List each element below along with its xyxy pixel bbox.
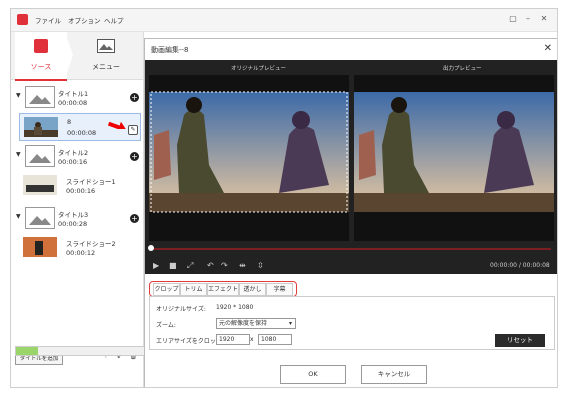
playback-controls: ▶ ■ ⤢ ↶ ↷ ⇹ ⇳ 00:00:00 / 00:00:08	[145, 259, 557, 273]
group-time: 00:00:28	[58, 220, 88, 228]
play-icon[interactable]: ▶	[153, 261, 159, 270]
clip-thumbnail	[23, 237, 57, 257]
group-time: 00:00:16	[58, 158, 88, 166]
close-icon[interactable]: ✕	[539, 14, 549, 24]
rotate-right-icon[interactable]: ↷	[221, 261, 228, 270]
group-title: タイトル2	[58, 149, 89, 157]
expand-icon[interactable]: ▼	[16, 92, 21, 99]
source-icon	[34, 39, 48, 53]
flip-vertical-icon[interactable]: ⇳	[257, 261, 264, 270]
rotate-left-icon[interactable]: ↶	[207, 261, 214, 270]
edit-icon[interactable]: ✎	[128, 125, 138, 135]
group-time: 00:00:08	[58, 99, 88, 107]
crop-width-input[interactable]: 1920	[216, 334, 250, 345]
tab-source[interactable]: ソース	[15, 32, 67, 81]
expand-icon[interactable]: ▼	[16, 213, 21, 220]
add-icon[interactable]: +	[130, 152, 139, 161]
tab-crop[interactable]: クロップ	[153, 283, 180, 296]
output-preview-label: 出力プレビュー	[443, 66, 482, 72]
clip-item-slideshow-2[interactable]: スライドショー2 00:00:12	[19, 234, 139, 260]
clip-title: スライドショー2	[66, 240, 116, 248]
timeline-scrubber[interactable]	[153, 248, 551, 250]
minimize-icon[interactable]: –	[523, 14, 533, 24]
app-bar: ファイル オプション ヘルプ ▢ – ✕	[11, 9, 557, 32]
tab-source-label: ソース	[30, 63, 52, 71]
menu-help[interactable]: ヘルプ	[104, 15, 124, 25]
app-logo	[17, 14, 28, 25]
clip-time: 00:00:08	[67, 129, 97, 137]
clip-title: 8	[67, 118, 72, 126]
menu-options[interactable]: オプション	[68, 15, 101, 25]
chevron-down-icon: ▾	[288, 320, 292, 327]
menu-image-icon	[97, 39, 115, 53]
app-window: ファイル オプション ヘルプ ▢ – ✕ ソース メニュー ▼ タイトル1 00…	[10, 8, 558, 388]
preview-area: オリジナルプレビュー 出力プレビュー ▶ ■ ⤢ ↶ ↷ ⇹ ⇳ 00:00:0…	[145, 60, 557, 274]
clip-item-slideshow-1[interactable]: スライドショー1 00:00:16	[19, 172, 139, 198]
cancel-button[interactable]: キャンセル	[361, 365, 427, 384]
output-preview	[354, 75, 554, 241]
title-thumb	[25, 145, 55, 167]
dialog-close-icon[interactable]: ✕	[544, 43, 552, 54]
title-thumb	[25, 207, 55, 229]
pointer-arrow-icon	[108, 121, 126, 129]
left-panel: ソース メニュー ▼ タイトル1 00:00:08 + 8 00:00:08 ✎…	[11, 32, 144, 387]
time-display: 00:00:00 / 00:00:08	[490, 262, 550, 269]
timeline-knob[interactable]	[148, 245, 154, 251]
clip-thumbnail	[23, 175, 57, 195]
flip-horizontal-icon[interactable]: ⇹	[239, 261, 246, 270]
clip-thumbnail	[24, 117, 58, 137]
edit-tabs: クロップ トリム エフェクト 透かし 字幕	[149, 281, 297, 297]
ok-button[interactable]: OK	[280, 365, 346, 384]
fullscreen-icon[interactable]: ⤢	[187, 261, 193, 271]
crop-panel: オリジナルサイズ: 1920 * 1080 ズーム: 元の解像度を保持 ▾ エリ…	[149, 296, 555, 350]
orig-size-value: 1920 * 1080	[216, 304, 254, 311]
add-icon[interactable]: +	[130, 214, 139, 223]
original-preview-label: オリジナルプレビュー	[231, 66, 287, 72]
reset-button[interactable]: リセット	[495, 334, 545, 347]
title-group-2[interactable]: ▼ タイトル2 00:00:16 +	[11, 142, 143, 170]
tab-watermark[interactable]: 透かし	[239, 283, 266, 296]
zoom-label: ズーム:	[156, 322, 176, 329]
zoom-select[interactable]: 元の解像度を保持 ▾	[216, 318, 296, 329]
disc-usage-fill	[16, 347, 39, 355]
stop-icon[interactable]: ■	[169, 261, 177, 270]
times-sign: x	[250, 336, 254, 343]
tab-effect[interactable]: エフェクト	[207, 283, 239, 296]
dialog-title: 動画編集--8	[151, 46, 189, 54]
clip-time: 00:00:12	[66, 249, 96, 257]
zoom-value: 元の解像度を保持	[219, 320, 268, 327]
tab-bar: ソース メニュー	[11, 32, 143, 81]
video-edit-dialog: 動画編集--8 ✕ オリジナルプレビュー 出力プレビュー ▶ ■ ⤢ ↶ ↷ ⇹…	[144, 38, 557, 387]
tab-subtitle[interactable]: 字幕	[266, 283, 293, 296]
clip-time: 00:00:16	[66, 187, 96, 195]
group-title: タイトル3	[58, 211, 89, 219]
menu-file[interactable]: ファイル	[35, 15, 61, 25]
expand-icon[interactable]: ▼	[16, 151, 21, 158]
original-preview	[149, 75, 349, 241]
crop-height-input[interactable]: 1080	[258, 334, 292, 345]
orig-size-label: オリジナルサイズ:	[156, 306, 206, 313]
group-title: タイトル1	[58, 90, 89, 98]
add-icon[interactable]: +	[130, 93, 139, 102]
title-thumb	[25, 86, 55, 108]
tab-menu[interactable]: メニュー	[71, 32, 141, 79]
tab-trim[interactable]: トリム	[180, 283, 207, 296]
clip-title: スライドショー1	[66, 178, 116, 186]
crop-size-label: エリアサイズをクロップ:	[156, 338, 224, 345]
title-group-1[interactable]: ▼ タイトル1 00:00:08 +	[11, 83, 143, 111]
tab-menu-label: メニュー	[92, 63, 120, 71]
title-group-3[interactable]: ▼ タイトル3 00:00:28 +	[11, 204, 143, 232]
feedback-icon[interactable]: ▢	[508, 14, 518, 24]
